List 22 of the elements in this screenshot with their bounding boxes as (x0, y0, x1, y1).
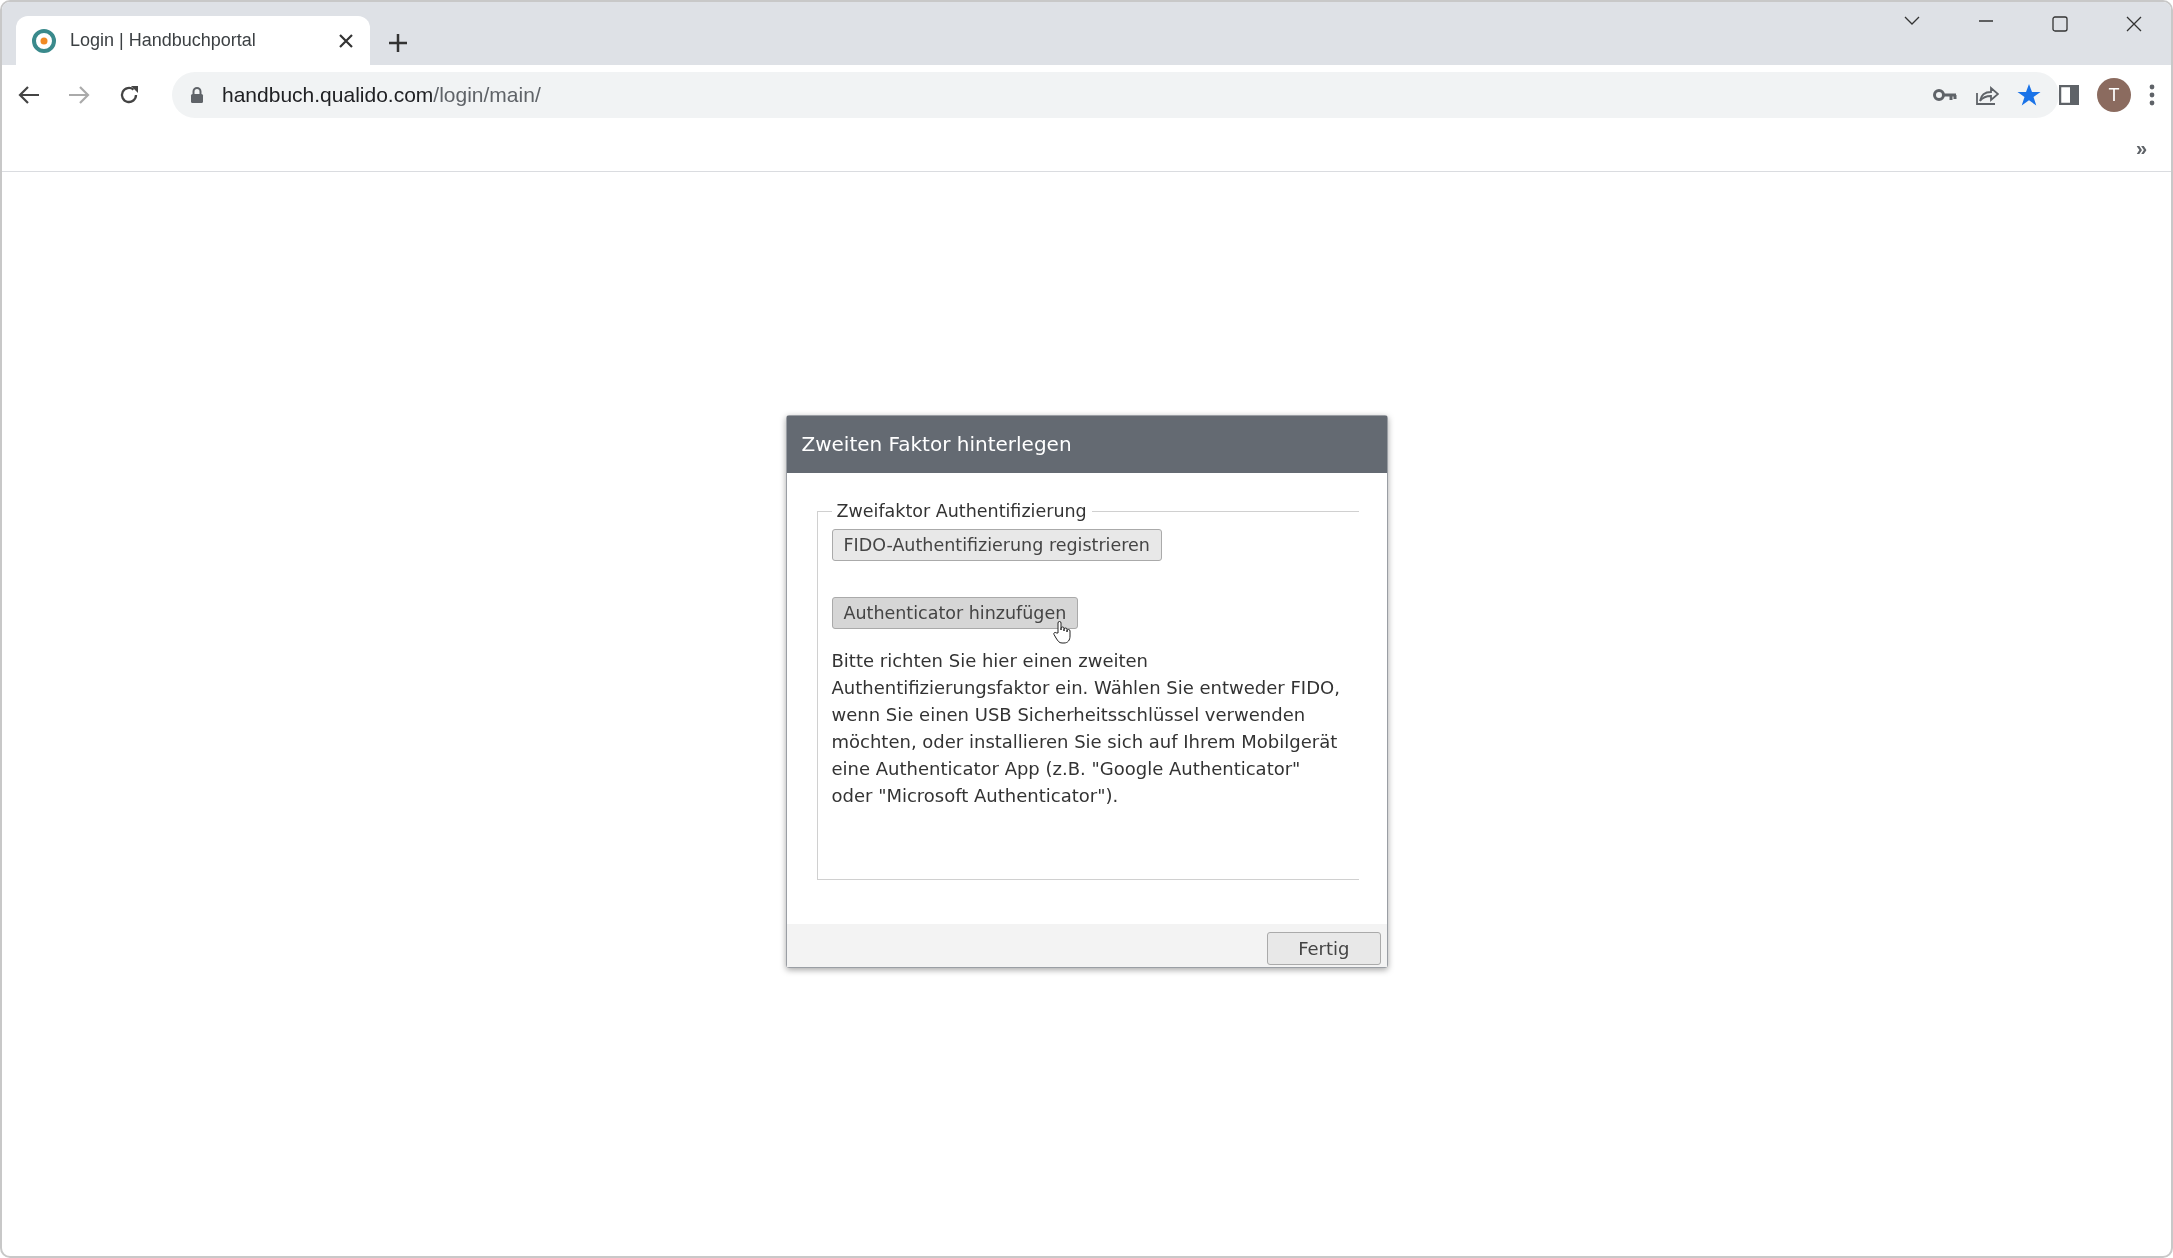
action-button[interactable]: FIDO-Authentifizierung registrieren (831, 529, 1162, 561)
tab-search-icon[interactable] (1904, 16, 1920, 26)
done-button[interactable]: Fertig (1267, 932, 1381, 965)
menu-icon[interactable] (2149, 84, 2155, 106)
close-icon[interactable] (338, 32, 354, 49)
close-icon[interactable] (2126, 16, 2142, 32)
back-icon[interactable] (18, 85, 40, 105)
side-panel-icon[interactable] (2059, 85, 2079, 105)
description-text: Bitte richten Sie hier einen zweiten Authentifizierungsfaktor ein. Wählen Sie entweder FIDO, wenn Sie einen USB Sicherheitsschlüssel verwenden möchten, oder installieren Sie sich auf Ihrem Mobilgerät eine Authenticator App (z.B. "Google Authenticator" oder "Microsoft Authenticator"). (831, 649, 1341, 808)
reload-icon[interactable] (118, 84, 140, 106)
star-icon[interactable] (2017, 83, 2041, 107)
browser-tab[interactable]: Login | Handbuchportal (16, 16, 370, 65)
lock-icon[interactable] (190, 86, 204, 104)
key-icon[interactable] (1933, 88, 1957, 102)
group-label: Zweifaktor Authentifizierung (835, 501, 1088, 521)
profile-avatar[interactable]: T (2097, 78, 2131, 112)
new-tab-icon[interactable] (388, 33, 408, 53)
share-icon[interactable] (1975, 84, 1999, 106)
dialog-title: Zweiten Faktor hinterlegen (786, 416, 1387, 473)
maximize-icon[interactable] (2052, 16, 2068, 32)
bookmarks-overflow-button[interactable]: » (2135, 136, 2147, 160)
site-logo-icon (32, 28, 56, 53)
